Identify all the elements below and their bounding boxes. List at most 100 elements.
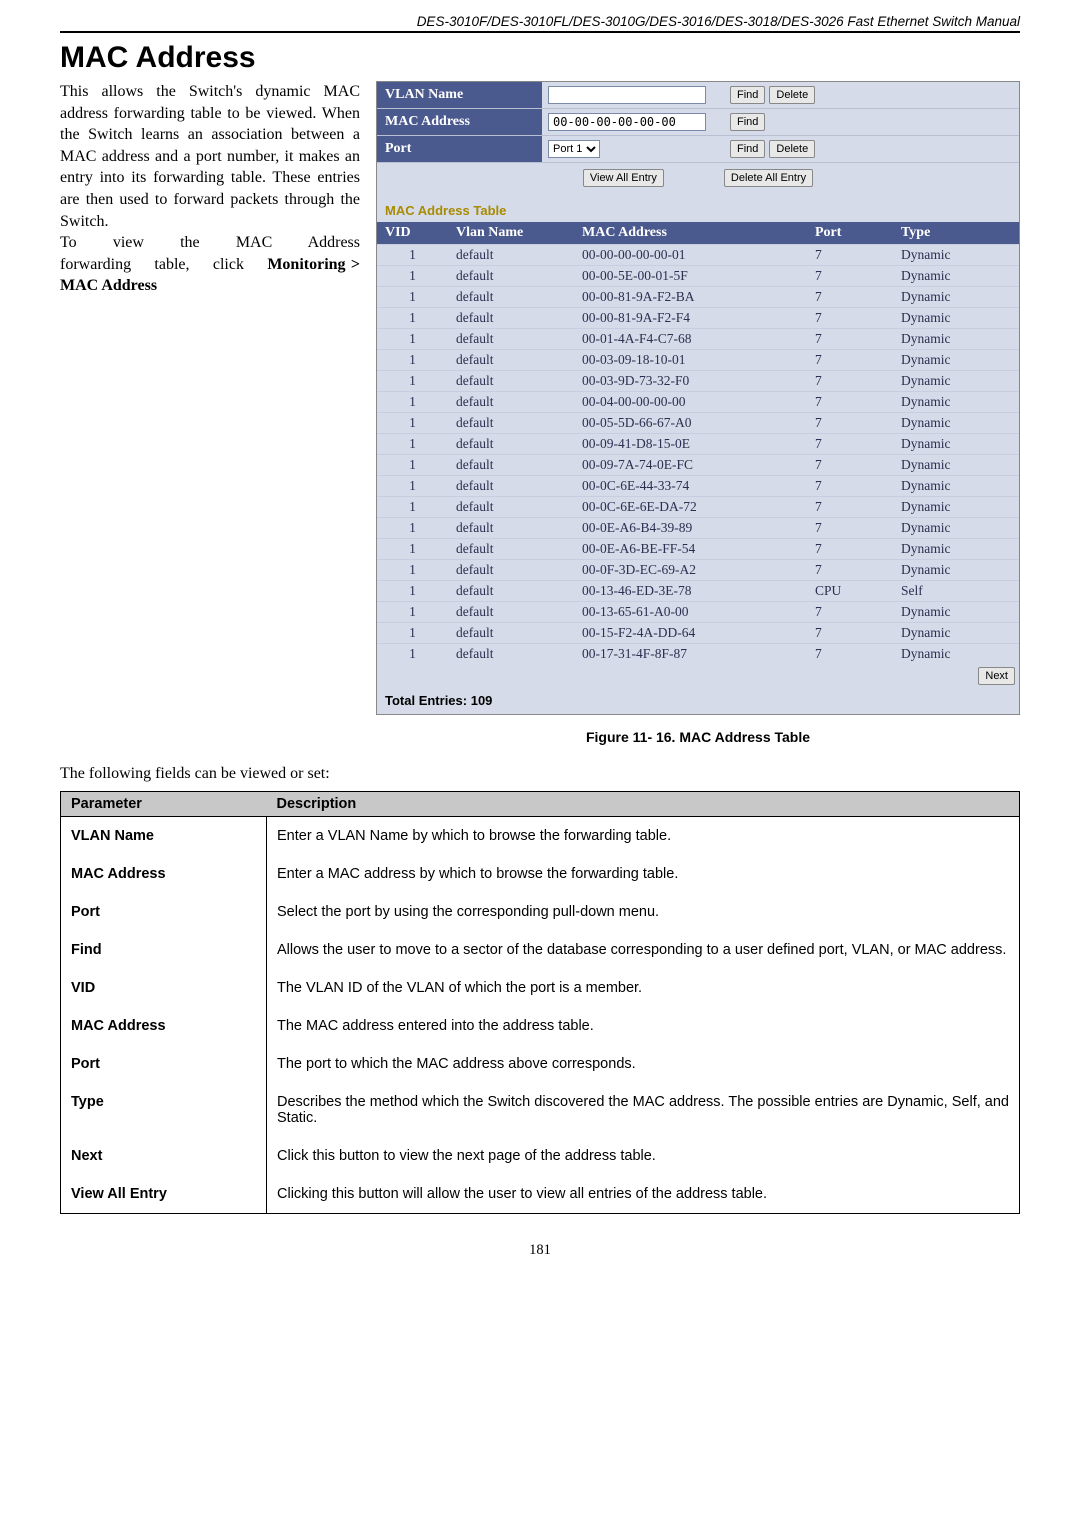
param-desc: Describes the method which the Switch di… (267, 1083, 1020, 1137)
cell-vlan: default (448, 434, 574, 455)
param-desc: Clicking this button will allow the user… (267, 1175, 1020, 1214)
param-name: VID (61, 969, 267, 1007)
mac-row: MAC Address Find (377, 109, 1019, 136)
cell-port: 7 (807, 497, 893, 518)
vlan-label: VLAN Name (377, 82, 542, 108)
cell-type: Dynamic (893, 350, 1019, 371)
table-row: 1default00-03-09-18-10-017Dynamic (377, 350, 1019, 371)
next-button[interactable]: Next (978, 667, 1015, 685)
table-row: 1default00-04-00-00-00-007Dynamic (377, 392, 1019, 413)
next-row: Next (377, 664, 1019, 687)
cell-port: 7 (807, 518, 893, 539)
cell-mac: 00-09-7A-74-0E-FC (574, 455, 807, 476)
vlan-input[interactable] (548, 86, 706, 104)
cell-vid: 1 (377, 392, 448, 413)
cell-port: 7 (807, 476, 893, 497)
cell-vid: 1 (377, 434, 448, 455)
mac-input[interactable] (548, 113, 706, 131)
cell-mac: 00-04-00-00-00-00 (574, 392, 807, 413)
cell-type: Dynamic (893, 329, 1019, 350)
delete-all-button[interactable]: Delete All Entry (724, 169, 813, 187)
port-row: Port Port 1 Find Delete (377, 136, 1019, 163)
cell-port: 7 (807, 602, 893, 623)
port-delete-button[interactable]: Delete (769, 140, 815, 158)
table-row: 1default00-01-4A-F4-C7-687Dynamic (377, 329, 1019, 350)
param-desc: Enter a MAC address by which to browse t… (267, 855, 1020, 893)
cell-mac: 00-03-9D-73-32-F0 (574, 371, 807, 392)
total-entries: Total Entries: 109 (377, 687, 1019, 714)
cell-port: 7 (807, 266, 893, 287)
param-desc: Select the port by using the correspondi… (267, 893, 1020, 931)
table-row: 1default00-0E-A6-B4-39-897Dynamic (377, 518, 1019, 539)
cell-vid: 1 (377, 497, 448, 518)
cell-type: Dynamic (893, 602, 1019, 623)
vlan-delete-button[interactable]: Delete (769, 86, 815, 104)
param-desc: The MAC address entered into the address… (267, 1007, 1020, 1045)
vlan-find-button[interactable]: Find (730, 86, 765, 104)
cell-vlan: default (448, 413, 574, 434)
param-name: Port (61, 893, 267, 931)
cell-mac: 00-13-65-61-A0-00 (574, 602, 807, 623)
cell-port: 7 (807, 455, 893, 476)
th-vlan: Vlan Name (448, 222, 574, 245)
table-row: 1default00-0C-6E-44-33-747Dynamic (377, 476, 1019, 497)
port-select[interactable]: Port 1 (548, 140, 600, 158)
cell-port: 7 (807, 560, 893, 581)
cell-port: 7 (807, 329, 893, 350)
cell-mac: 00-01-4A-F4-C7-68 (574, 329, 807, 350)
cell-vid: 1 (377, 413, 448, 434)
view-all-button[interactable]: View All Entry (583, 169, 664, 187)
cell-mac: 00-17-31-4F-8F-87 (574, 644, 807, 665)
cell-port: 7 (807, 434, 893, 455)
param-name: View All Entry (61, 1175, 267, 1214)
cell-mac: 00-00-5E-00-01-5F (574, 266, 807, 287)
table-row: 1default00-0F-3D-EC-69-A27Dynamic (377, 560, 1019, 581)
cell-port: 7 (807, 413, 893, 434)
table-row: 1default00-0E-A6-BE-FF-547Dynamic (377, 539, 1019, 560)
cell-type: Self (893, 581, 1019, 602)
cell-type: Dynamic (893, 518, 1019, 539)
th-vid: VID (377, 222, 448, 245)
table-row: 1default00-13-46-ED-3E-78CPUSelf (377, 581, 1019, 602)
cell-type: Dynamic (893, 623, 1019, 644)
param-row: PortSelect the port by using the corresp… (61, 893, 1020, 931)
param-name: Port (61, 1045, 267, 1083)
cell-vlan: default (448, 644, 574, 665)
cell-vid: 1 (377, 560, 448, 581)
cell-vlan: default (448, 350, 574, 371)
cell-mac: 00-05-5D-66-67-A0 (574, 413, 807, 434)
cell-vlan: default (448, 245, 574, 266)
param-row: MAC AddressThe MAC address entered into … (61, 1007, 1020, 1045)
th-description: Description (267, 792, 1020, 817)
cell-vlan: default (448, 497, 574, 518)
param-row: TypeDescribes the method which the Switc… (61, 1083, 1020, 1137)
table-row: 1default00-15-F2-4A-DD-647Dynamic (377, 623, 1019, 644)
table-row: 1default00-17-31-4F-8F-877Dynamic (377, 644, 1019, 665)
cell-port: 7 (807, 371, 893, 392)
cell-type: Dynamic (893, 308, 1019, 329)
cell-mac: 00-13-46-ED-3E-78 (574, 581, 807, 602)
mac-find-button[interactable]: Find (730, 113, 765, 131)
cell-type: Dynamic (893, 434, 1019, 455)
cell-port: 7 (807, 644, 893, 665)
param-row: FindAllows the user to move to a sector … (61, 931, 1020, 969)
cell-port: 7 (807, 287, 893, 308)
cell-mac: 00-0C-6E-44-33-74 (574, 476, 807, 497)
cell-vid: 1 (377, 245, 448, 266)
param-desc: Click this button to view the next page … (267, 1137, 1020, 1175)
cell-mac: 00-0E-A6-BE-FF-54 (574, 539, 807, 560)
cell-type: Dynamic (893, 560, 1019, 581)
vlan-row: VLAN Name Find Delete (377, 82, 1019, 109)
param-row: View All EntryClicking this button will … (61, 1175, 1020, 1214)
intro-text: This allows the Switch's dynamic MAC add… (60, 81, 360, 297)
cell-mac: 00-0E-A6-B4-39-89 (574, 518, 807, 539)
cell-mac: 00-00-81-9A-F2-BA (574, 287, 807, 308)
th-type: Type (893, 222, 1019, 245)
param-desc: Enter a VLAN Name by which to browse the… (267, 817, 1020, 856)
param-name: Find (61, 931, 267, 969)
cell-vlan: default (448, 329, 574, 350)
table-header-row: VID Vlan Name MAC Address Port Type (377, 222, 1019, 245)
port-find-button[interactable]: Find (730, 140, 765, 158)
cell-vlan: default (448, 371, 574, 392)
cell-vlan: default (448, 539, 574, 560)
